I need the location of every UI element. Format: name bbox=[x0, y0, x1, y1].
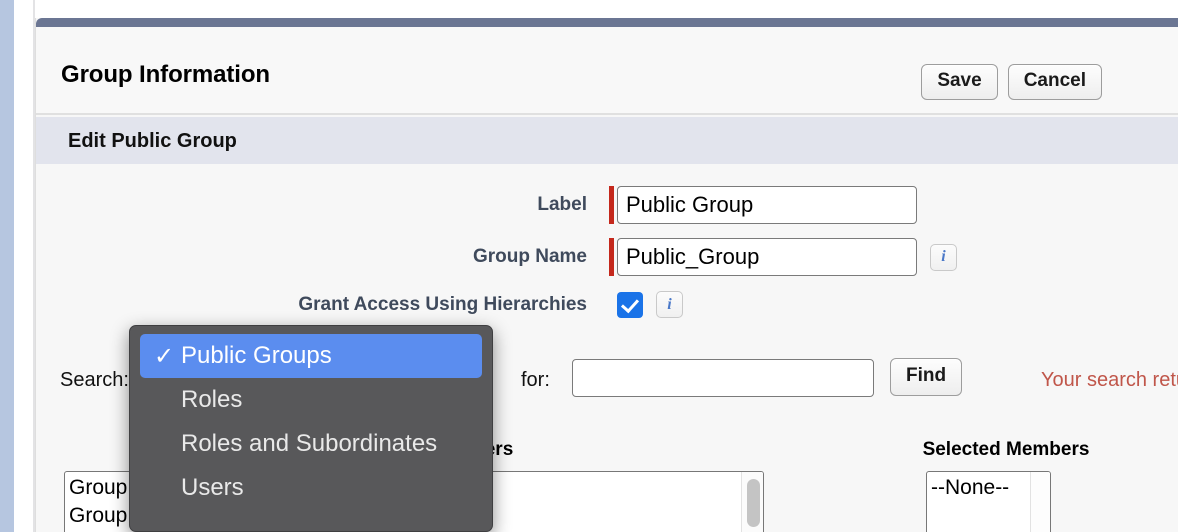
dropdown-option-public-groups[interactable]: ✓ Public Groups bbox=[140, 334, 482, 378]
label-field-row: Label bbox=[264, 186, 917, 224]
dropdown-option-label: Public Groups bbox=[181, 342, 332, 369]
cancel-button[interactable]: Cancel bbox=[1007, 64, 1102, 100]
search-for-label: for: bbox=[521, 369, 550, 391]
dropdown-option-label: Users bbox=[181, 474, 244, 501]
search-type-dropdown-popup[interactable]: ✓ Public Groups ✓ Roles ✓ Roles and Subo… bbox=[129, 325, 493, 532]
selected-members-heading: Selected Members bbox=[922, 439, 1090, 460]
dropdown-option-roles[interactable]: ✓ Roles bbox=[140, 378, 482, 422]
search-warning-text: Your search retur bbox=[1041, 369, 1178, 391]
group-name-field-row: Group Name i bbox=[264, 238, 957, 276]
page-gutter-left bbox=[0, 0, 14, 532]
dropdown-option-label: Roles and Subordinates bbox=[181, 430, 438, 457]
group-name-field-label: Group Name bbox=[472, 246, 587, 267]
group-name-input[interactable] bbox=[617, 238, 917, 276]
group-name-required-marker bbox=[609, 238, 614, 276]
save-button[interactable]: Save bbox=[921, 64, 998, 100]
page-title: Group Information bbox=[61, 61, 270, 88]
list-item[interactable]: --None-- bbox=[931, 474, 1046, 502]
label-field-label: Label bbox=[537, 194, 587, 215]
dropdown-option-label: Roles bbox=[181, 386, 243, 413]
screen-root: Group Information Save Cancel Edit Publi… bbox=[0, 0, 1178, 532]
hierarchies-field-row: Grant Access Using Hierarchies i bbox=[264, 291, 683, 318]
selected-members-column: Selected Members --None-- bbox=[871, 439, 1171, 532]
info-icon[interactable]: i bbox=[656, 291, 683, 318]
section-band: Edit Public Group bbox=[36, 117, 1178, 164]
search-label: Search: bbox=[60, 369, 129, 391]
dropdown-option-roles-and-subordinates[interactable]: ✓ Roles and Subordinates bbox=[140, 422, 482, 466]
page-gutter-white bbox=[14, 0, 33, 532]
section-title: Edit Public Group bbox=[68, 130, 237, 152]
info-icon[interactable]: i bbox=[930, 243, 957, 271]
hierarchies-field-label: Grant Access Using Hierarchies bbox=[298, 293, 587, 315]
scrollbar-thumb[interactable] bbox=[747, 479, 760, 527]
available-list-scrollbar[interactable] bbox=[741, 472, 763, 532]
header-button-group: Save Cancel bbox=[921, 64, 1102, 100]
check-icon: ✓ bbox=[154, 342, 175, 370]
find-button[interactable]: Find bbox=[890, 358, 963, 396]
hierarchies-checkbox[interactable] bbox=[617, 291, 643, 318]
selected-list-scrollbar[interactable] bbox=[1030, 472, 1050, 532]
panel-top-accent-bar bbox=[36, 18, 1178, 27]
dropdown-option-users[interactable]: ✓ Users bbox=[140, 466, 482, 510]
selected-members-listbox[interactable]: --None-- bbox=[926, 471, 1051, 532]
label-input[interactable] bbox=[617, 186, 917, 224]
label-required-marker bbox=[609, 186, 614, 224]
panel-header: Group Information Save Cancel bbox=[36, 27, 1178, 115]
search-input[interactable] bbox=[572, 359, 874, 397]
